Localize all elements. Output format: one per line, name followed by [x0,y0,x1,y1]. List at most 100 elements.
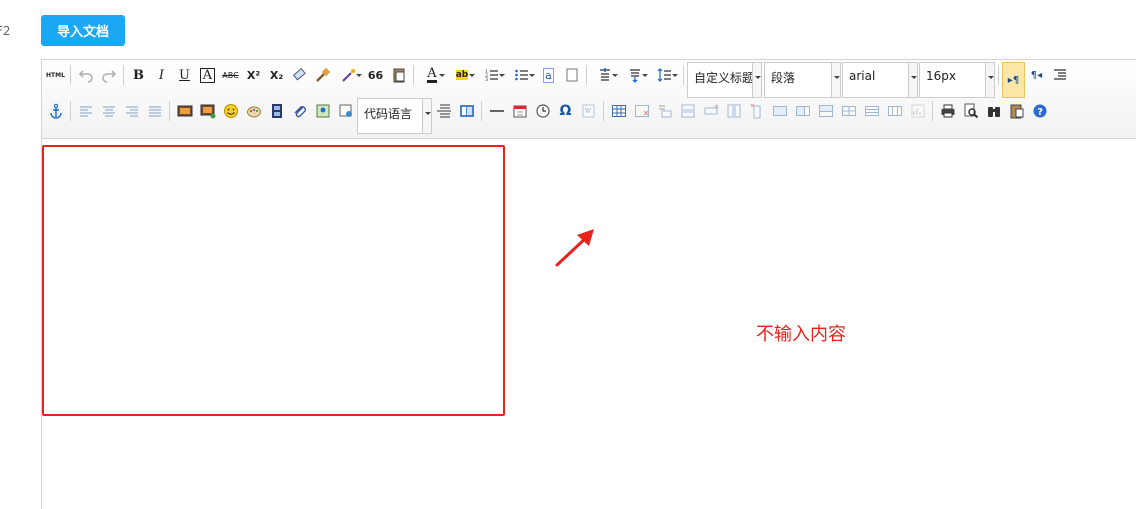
ordered-list-icon: 123 [485,69,498,83]
merge-right-button[interactable] [791,100,814,122]
magic-wand-icon [342,69,355,82]
insert-paragraph-before-table-button[interactable] [653,100,676,122]
separator [169,101,170,121]
paragraph-format-select[interactable]: 段落 [764,62,841,98]
blockquote-button[interactable]: 66 [364,64,387,86]
row-spacing-bottom-button[interactable] [620,64,650,86]
chevron-down-icon [831,63,840,97]
chart-button[interactable] [906,100,929,122]
align-center-button[interactable] [97,100,120,122]
delete-row-button[interactable] [699,100,722,122]
delete-column-icon [750,103,760,119]
align-justify-button[interactable] [143,100,166,122]
rtl-icon: ¶◂ [1030,69,1043,81]
help-button[interactable]: ? [1028,100,1051,122]
delete-column-button[interactable] [745,100,768,122]
insert-column-icon [727,104,740,118]
subscript-icon: X₂ [269,68,284,82]
drafts-button[interactable] [1005,100,1028,122]
insert-date-button[interactable] [508,100,531,122]
search-replace-button[interactable] [982,100,1005,122]
underline-button[interactable]: U [173,64,196,86]
template-button[interactable] [455,100,478,122]
separator [481,101,482,121]
anchor-text-button[interactable]: a [537,64,560,86]
custom-heading-select[interactable]: 自定义标题 [687,62,762,98]
scrawl-button[interactable] [242,100,265,122]
row-spacing-top-button[interactable] [590,64,620,86]
align-left-button[interactable] [74,100,97,122]
separator [603,101,604,121]
insert-time-button[interactable] [531,100,554,122]
separator [70,101,71,121]
line-height-button[interactable] [650,64,680,86]
indent-button[interactable] [1048,64,1071,86]
ltr-direction-button[interactable]: ▸¶ [1002,62,1025,98]
italic-button[interactable]: I [150,64,173,86]
delete-table-button[interactable] [630,100,653,122]
insert-video-button[interactable] [265,100,288,122]
insert-row-button[interactable] [676,100,699,122]
undo-button[interactable] [74,64,97,86]
font-size-select[interactable]: 16px [919,62,995,98]
redo-icon [101,70,116,83]
multi-image-button[interactable] [196,100,219,122]
subscript-button[interactable]: X₂ [265,64,288,86]
html-source-button[interactable]: HTML [44,64,67,86]
insert-frame-button[interactable] [334,100,357,122]
anchor-button[interactable] [44,100,67,122]
template-icon [459,105,474,117]
svg-text:3: 3 [485,77,488,83]
special-char-button[interactable]: Ω [554,100,577,122]
attachment-button[interactable] [288,100,311,122]
help-icon: ? [1033,104,1046,118]
font-family-select[interactable]: arial [842,62,918,98]
redo-button[interactable] [97,64,120,86]
chevron-down-icon [422,99,431,133]
split-to-cols-button[interactable] [883,100,906,122]
superscript-button[interactable]: X² [242,64,265,86]
paragraph-spacing-icon [630,69,640,83]
format-painter-button[interactable] [311,64,334,86]
split-to-rows-button[interactable] [860,100,883,122]
unordered-list-button[interactable] [507,64,537,86]
binoculars-icon [987,107,1000,117]
font-border-button[interactable]: A [196,64,219,86]
horizontal-rule-button[interactable] [485,100,508,122]
font-color-button[interactable]: A [417,64,447,86]
clear-format-button[interactable] [288,64,311,86]
frame-icon [339,104,352,117]
page-break-button[interactable] [432,100,455,122]
code-language-select[interactable]: 代码语言 [357,98,432,134]
insert-table-button[interactable] [607,100,630,122]
highlight-color-button[interactable]: ab [447,64,477,86]
editor-toolbar: HTML B I U A ABC X² X₂ 66 A ab 1 2 3 a 自… [42,60,1136,139]
preview-button[interactable] [959,100,982,122]
paste-plain-button[interactable] [387,64,410,86]
emoticon-button[interactable] [219,100,242,122]
separator [932,101,933,121]
map-button[interactable] [311,100,334,122]
toolbar-row-2: 代码语言 Ω W ? [44,98,1051,134]
import-document-button[interactable]: 导入文档 [41,15,125,46]
separator [683,65,684,85]
word-image-button[interactable]: W [577,100,600,122]
bold-button[interactable]: B [127,64,150,86]
printer-icon [941,104,954,118]
ordered-list-button[interactable]: 123 [477,64,507,86]
annotation-arrow-icon [555,229,594,267]
align-right-button[interactable] [120,100,143,122]
strikethrough-button[interactable]: ABC [219,64,242,86]
blank-document-button[interactable] [560,64,583,86]
insert-image-button[interactable] [173,100,196,122]
font-border-icon: A [199,67,216,83]
insert-column-button[interactable] [722,100,745,122]
split-to-cells-button[interactable] [837,100,860,122]
auto-format-button[interactable] [334,64,364,86]
rtl-direction-button[interactable]: ¶◂ [1025,64,1048,86]
merge-down-button[interactable] [814,100,837,122]
print-button[interactable] [936,100,959,122]
chevron-down-icon [752,63,761,97]
custom-heading-value: 自定义标题 [694,71,755,85]
merge-cells-button[interactable] [768,100,791,122]
